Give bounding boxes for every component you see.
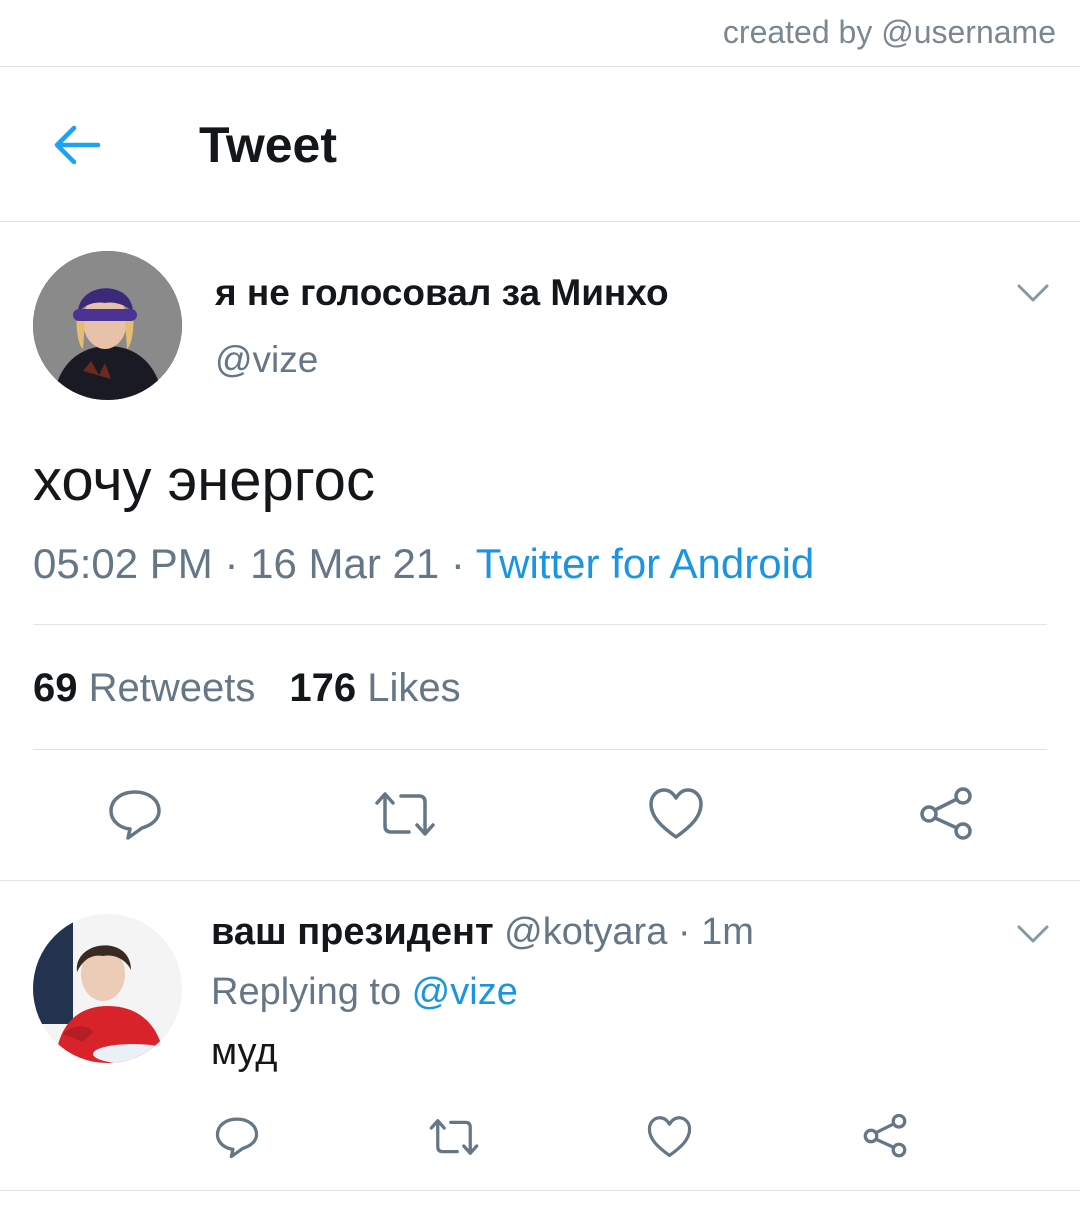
author-handle[interactable]: @vize <box>215 339 318 381</box>
reply-button[interactable] <box>108 787 162 841</box>
separator: · <box>212 540 251 587</box>
like-button[interactable] <box>648 787 704 841</box>
likes-stat[interactable]: 176 Likes <box>289 666 460 710</box>
reply-time: 1m <box>701 911 754 953</box>
reply-author-display-name[interactable]: ваш президент <box>211 911 494 953</box>
tweet-source-link[interactable]: Twitter for Android <box>476 540 814 587</box>
like-icon <box>649 788 703 839</box>
retweets-label: Retweets <box>88 666 256 710</box>
divider <box>33 624 1047 625</box>
likes-count: 176 <box>289 666 357 710</box>
reply-icon <box>109 790 161 840</box>
reply-text: муд <box>211 1031 278 1073</box>
reply-avatar[interactable] <box>33 914 182 1063</box>
likes-label: Likes <box>367 666 461 710</box>
avatar[interactable] <box>33 251 182 400</box>
share-button[interactable] <box>918 786 974 842</box>
avatar-image <box>33 251 182 400</box>
retweet-icon <box>375 792 435 836</box>
retweet-button[interactable] <box>373 789 437 839</box>
reply-icon <box>215 1117 259 1159</box>
retweets-stat[interactable]: 69 Retweets <box>33 666 255 710</box>
share-icon <box>920 787 972 840</box>
reply-reply-button[interactable] <box>215 1115 259 1159</box>
reply-options-button[interactable] <box>1016 923 1050 945</box>
arrow-left-icon <box>54 125 101 165</box>
like-icon <box>647 1116 692 1158</box>
divider <box>0 221 1080 222</box>
avatar-image <box>33 914 182 1063</box>
reply-header: ваш президент @kotyara · 1m <box>211 911 754 954</box>
divider <box>0 1190 1080 1191</box>
retweets-count: 69 <box>33 666 78 710</box>
chevron-down-icon <box>1017 284 1049 302</box>
divider <box>0 66 1080 67</box>
page-title: Tweet <box>199 117 337 173</box>
reply-share-button[interactable] <box>862 1113 908 1159</box>
replying-to-mention[interactable]: @vize <box>412 971 518 1013</box>
creator-credit: created by @username <box>722 14 1056 50</box>
tweet-text: хочу энергос <box>33 448 375 513</box>
tweet-meta: 05:02 PM · 16 Mar 21 · Twitter for Andro… <box>33 540 814 588</box>
tweet-time: 05:02 PM <box>33 540 213 587</box>
chevron-down-icon <box>1017 925 1049 943</box>
divider <box>0 880 1080 881</box>
author-display-name[interactable]: я не голосовал за Минхо <box>215 272 669 314</box>
retweet-icon <box>429 1119 479 1155</box>
replying-to: Replying to @vize <box>211 971 518 1014</box>
reply-author-handle[interactable]: @kotyara <box>504 911 667 953</box>
reply-like-button[interactable] <box>647 1115 692 1159</box>
back-button[interactable] <box>48 116 106 174</box>
replying-to-label: Replying to <box>211 971 412 1013</box>
tweet-options-button[interactable] <box>1016 282 1050 304</box>
share-icon <box>863 1113 907 1158</box>
divider <box>33 749 1047 750</box>
separator: · <box>667 911 702 953</box>
tweet-date: 16 Mar 21 <box>250 540 440 587</box>
reply-retweet-button[interactable] <box>428 1116 480 1158</box>
separator: · <box>439 540 476 587</box>
tweet-stats: 69 Retweets 176 Likes <box>33 666 461 711</box>
